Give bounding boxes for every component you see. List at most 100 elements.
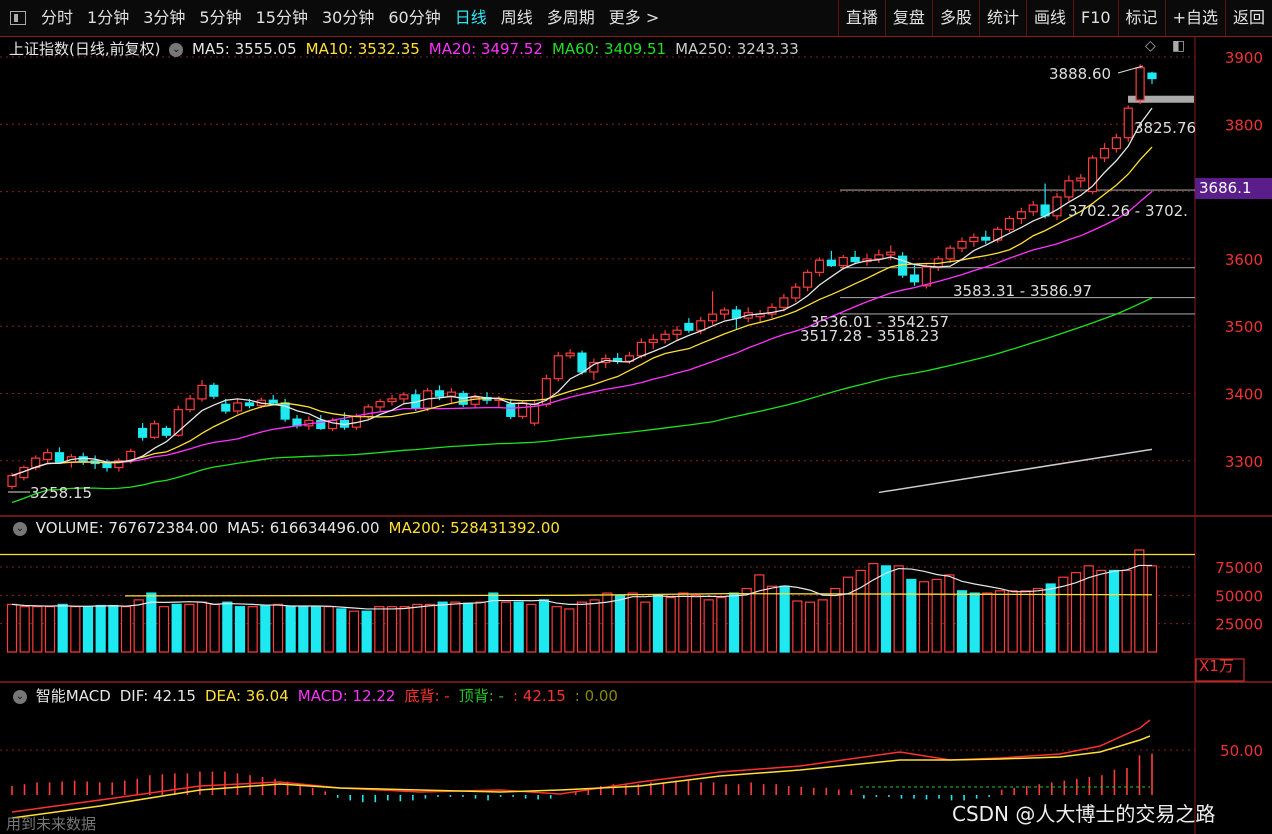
candle-body <box>1076 177 1086 182</box>
price-axis-tick: 3900 <box>1225 49 1263 67</box>
legend-label: 顶背: - <box>458 687 504 705</box>
period-tab[interactable]: 多周期 <box>540 0 602 36</box>
period-tab[interactable]: 周线 <box>494 0 540 36</box>
candle-body <box>506 403 516 417</box>
toolbar-button[interactable]: 标记 <box>1117 0 1165 36</box>
legend-label: DEA: 36.04 <box>204 687 289 705</box>
chevron-down-icon[interactable]: ⌄ <box>169 42 184 57</box>
legend-label: MA5: 3555.05 <box>192 40 297 58</box>
macd-info-bar: ⌄ 智能MACD DIF: 42.15 DEA: 36.04 MACD: 12.22 底… <box>9 685 627 706</box>
ma-legend: MA5: 3555.05 MA10: 3532.35 MA20: 3497.52 MA… <box>192 40 808 58</box>
volume-bar <box>247 606 258 653</box>
toolbar-button[interactable]: 统计 <box>978 0 1026 36</box>
period-tab[interactable]: 5分钟 <box>192 0 248 36</box>
volume-bar <box>513 601 524 653</box>
volume-bar <box>969 592 980 653</box>
volume-bar <box>32 606 43 653</box>
volume-bar <box>766 585 778 653</box>
volume-bar <box>184 603 195 653</box>
volume-bar <box>437 601 448 653</box>
candle-body <box>969 236 979 243</box>
candle-body <box>874 254 884 260</box>
legend-label: 底背: - <box>404 687 450 705</box>
volume-bar <box>982 592 993 653</box>
volume-bar <box>665 596 676 653</box>
volume-bar <box>1032 587 1044 653</box>
volume-bar <box>944 574 955 653</box>
candle-body <box>233 402 243 412</box>
ma20-line <box>11 190 1153 477</box>
toolbar-button[interactable]: F10 <box>1072 0 1118 36</box>
candle-body <box>1111 137 1121 150</box>
candle-body <box>209 384 219 397</box>
level-label: 3702.26 - 3702. <box>1068 202 1188 220</box>
period-tab[interactable]: 3分钟 <box>136 0 192 36</box>
level-label: 3825.76 <box>1134 119 1196 137</box>
candle-body <box>684 322 694 331</box>
candle-body <box>1028 204 1038 213</box>
toolbar-button[interactable]: +自选 <box>1164 0 1225 36</box>
volume-bar <box>488 592 499 653</box>
volume-bar <box>678 592 689 653</box>
candle-body <box>518 402 528 417</box>
volume-bar <box>741 587 752 653</box>
toolbar-button[interactable]: 画线 <box>1025 0 1073 36</box>
volume-bar <box>412 603 423 653</box>
candle-body <box>387 398 397 403</box>
candle-body <box>850 256 860 263</box>
volume-bar <box>792 600 803 653</box>
window-icon[interactable] <box>10 11 26 25</box>
volume-axis-tick: 75000 <box>1215 559 1263 577</box>
candle-body <box>696 320 706 331</box>
price-info-bar: 上证指数(日线,前复权) ⌄ MA5: 3555.05 MA10: 3532.35… <box>9 38 808 59</box>
volume-bar <box>614 594 626 653</box>
toolbar-button[interactable]: 多股 <box>931 0 979 36</box>
volume-bar <box>336 608 347 653</box>
period-tab[interactable]: 1分钟 <box>80 0 136 36</box>
ma60-line <box>11 297 1153 504</box>
toolbar-button[interactable]: 复盘 <box>884 0 932 36</box>
volume-bar <box>779 585 790 653</box>
volume-bar <box>234 606 246 653</box>
volume-bar <box>830 587 841 653</box>
volume-bar <box>285 606 296 653</box>
volume-bar <box>906 578 917 653</box>
period-tab[interactable]: 30分钟 <box>315 0 381 36</box>
candle-body <box>672 329 682 335</box>
candle-body <box>1004 217 1015 230</box>
period-tab[interactable]: 更多 > <box>602 0 667 36</box>
candle-body <box>149 423 160 438</box>
diamond-icon[interactable]: ◇ <box>1145 38 1156 54</box>
chevron-down-icon[interactable]: ⌄ <box>13 689 27 704</box>
volume-bar <box>551 606 562 653</box>
index-title: 上证指数(日线,前复权) <box>9 40 161 58</box>
volume-bar <box>272 603 284 653</box>
volume-bar <box>880 565 892 653</box>
period-tab[interactable]: 15分钟 <box>249 0 315 36</box>
candle-body <box>446 391 456 397</box>
chart-area[interactable]: 3900380037003600350034003300750005000025… <box>0 37 1272 834</box>
candle-body <box>553 355 563 380</box>
volume-bar <box>1007 590 1018 653</box>
candle-body <box>221 403 231 412</box>
legend-label: : 0.00 <box>574 687 618 705</box>
candle-body <box>244 402 255 407</box>
volume-unit: X1万 <box>1199 657 1234 675</box>
ma10-line <box>11 146 1153 477</box>
chevron-down-icon[interactable]: ⌄ <box>13 521 27 536</box>
toolbar-button[interactable]: 返回 <box>1224 0 1272 36</box>
candle-body <box>434 390 445 397</box>
panel-toggle-icon[interactable]: ◧ <box>1172 38 1185 54</box>
volume-bar <box>57 603 68 653</box>
period-tab[interactable]: 分时 <box>34 0 80 36</box>
volume-bar <box>500 601 512 653</box>
period-tab[interactable]: 60分钟 <box>381 0 447 36</box>
volume-bar <box>424 603 436 653</box>
candle-body <box>981 236 991 241</box>
toolbar-button[interactable]: 直播 <box>837 0 885 36</box>
candle-body <box>886 251 896 256</box>
period-tab[interactable]: 日线 <box>448 0 494 36</box>
volume-bar <box>538 599 550 653</box>
candle-body <box>138 427 148 438</box>
volume-bar <box>728 592 740 653</box>
